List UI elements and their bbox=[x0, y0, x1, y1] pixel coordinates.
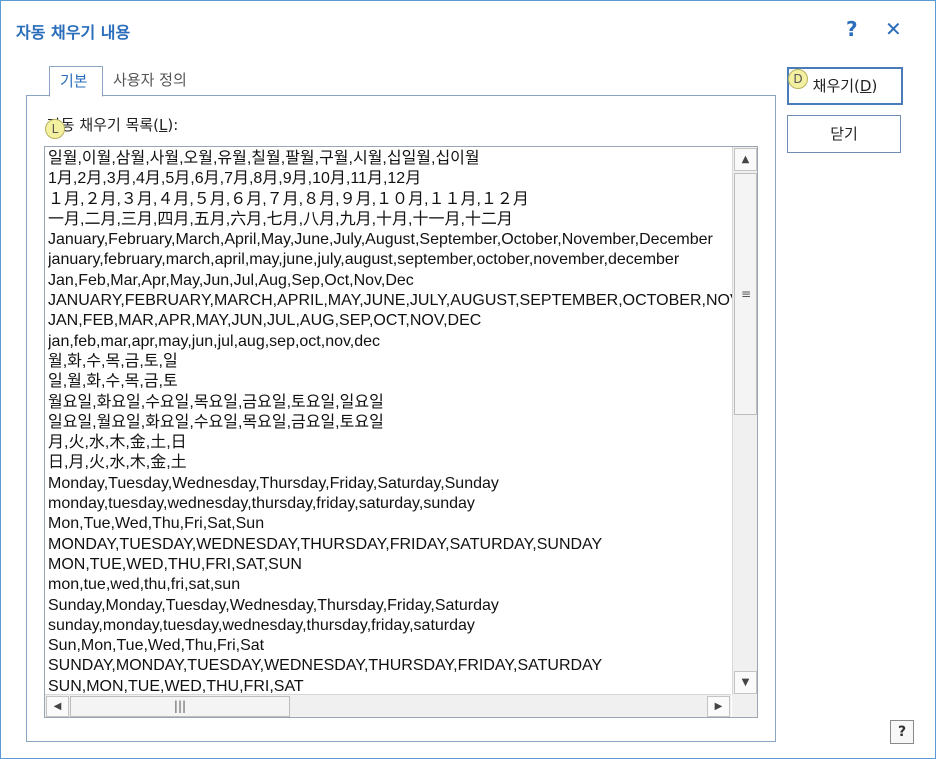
list-item[interactable]: １月,２月,３月,４月,５月,６月,７月,８月,９月,１０月,１１月,１２月 bbox=[48, 190, 732, 210]
vertical-scroll-thumb[interactable]: ≡ bbox=[734, 173, 757, 415]
help-button[interactable]: ? bbox=[890, 720, 914, 744]
list-item[interactable]: 一月,二月,三月,四月,五月,六月,七月,八月,九月,十月,十一月,十二月 bbox=[48, 210, 732, 230]
autofill-list-label: 자동 채우기 목록(L): bbox=[47, 114, 178, 135]
fill-button-access-key: D bbox=[859, 77, 872, 95]
title-bar[interactable]: 자동 채우기 내용 ? ✕ bbox=[1, 1, 935, 59]
tab-basic[interactable]: 기본 bbox=[49, 66, 103, 97]
close-icon[interactable]: ✕ bbox=[885, 17, 902, 41]
list-item[interactable]: sunday,monday,tuesday,wednesday,thursday… bbox=[48, 616, 732, 636]
autofill-listbox[interactable]: 일월,이월,삼월,사월,오월,유월,칠월,팔월,구월,시월,십일월,십이월 1月,… bbox=[44, 146, 758, 718]
autofill-dialog: 자동 채우기 내용 ? ✕ 기본 사용자 정의 자동 채우기 목록(L): L … bbox=[0, 0, 936, 759]
close-button[interactable]: 닫기 bbox=[787, 115, 901, 153]
list-item[interactable]: Jan,Feb,Mar,Apr,May,Jun,Jul,Aug,Sep,Oct,… bbox=[48, 271, 732, 291]
list-item[interactable]: monday,tuesday,wednesday,thursday,friday… bbox=[48, 494, 732, 514]
fill-button-prefix: 채우기( bbox=[812, 77, 860, 95]
list-item[interactable]: 日,月,火,水,木,金,土 bbox=[48, 453, 732, 473]
list-item[interactable]: Monday,Tuesday,Wednesday,Thursday,Friday… bbox=[48, 474, 732, 494]
tab-custom[interactable]: 사용자 정의 bbox=[103, 66, 197, 95]
horizontal-scrollbar[interactable]: ◀ ||| ▶ bbox=[45, 694, 731, 717]
list-item[interactable]: 일,월,화,수,목,금,토 bbox=[48, 372, 732, 392]
keytip-badge-l: L bbox=[45, 119, 65, 139]
list-label-suffix: ): bbox=[167, 116, 179, 134]
scrollbar-corner bbox=[732, 695, 757, 717]
list-item[interactable]: 일요일,월요일,화요일,수요일,목요일,금요일,토요일 bbox=[48, 413, 732, 433]
list-item[interactable]: January,February,March,April,May,June,Ju… bbox=[48, 230, 732, 250]
list-item[interactable]: mon,tue,wed,thu,fri,sat,sun bbox=[48, 575, 732, 595]
help-icon[interactable]: ? bbox=[846, 17, 858, 41]
list-item[interactable]: Sunday,Monday,Tuesday,Wednesday,Thursday… bbox=[48, 596, 732, 616]
scroll-up-arrow-icon[interactable]: ▲ bbox=[734, 148, 757, 171]
list-item[interactable]: Mon,Tue,Wed,Thu,Fri,Sat,Sun bbox=[48, 514, 732, 534]
list-item[interactable]: january,february,march,april,may,june,ju… bbox=[48, 250, 732, 270]
scroll-grip-icon: ≡ bbox=[741, 287, 752, 301]
list-item[interactable]: 월,화,수,목,금,토,일 bbox=[48, 352, 732, 372]
list-item[interactable]: MON,TUE,WED,THU,FRI,SAT,SUN bbox=[48, 555, 732, 575]
horizontal-scroll-thumb[interactable]: ||| bbox=[70, 696, 290, 717]
scroll-down-arrow-icon[interactable]: ▼ bbox=[734, 671, 757, 694]
list-item[interactable]: MONDAY,TUESDAY,WEDNESDAY,THURSDAY,FRIDAY… bbox=[48, 535, 732, 555]
autofill-list-items: 일월,이월,삼월,사월,오월,유월,칠월,팔월,구월,시월,십일월,십이월 1月,… bbox=[48, 149, 732, 695]
list-item[interactable]: 일월,이월,삼월,사월,오월,유월,칠월,팔월,구월,시월,십일월,십이월 bbox=[48, 149, 732, 169]
dialog-title: 자동 채우기 내용 bbox=[16, 23, 131, 42]
list-item[interactable]: 월요일,화요일,수요일,목요일,금요일,토요일,일요일 bbox=[48, 393, 732, 413]
scroll-left-arrow-icon[interactable]: ◀ bbox=[46, 696, 69, 717]
scroll-right-arrow-icon[interactable]: ▶ bbox=[707, 696, 730, 717]
list-item[interactable]: SUN,MON,TUE,WED,THU,FRI,SAT bbox=[48, 677, 732, 695]
list-item[interactable]: 1月,2月,3月,4月,5月,6月,7月,8月,9月,10月,11月,12月 bbox=[48, 169, 732, 189]
vertical-scrollbar[interactable]: ▲ ≡ ▼ bbox=[732, 147, 757, 695]
fill-button-suffix: ) bbox=[871, 77, 878, 95]
list-item[interactable]: JANUARY,FEBRUARY,MARCH,APRIL,MAY,JUNE,JU… bbox=[48, 291, 732, 311]
list-item[interactable]: jan,feb,mar,apr,may,jun,jul,aug,sep,oct,… bbox=[48, 332, 732, 352]
list-item[interactable]: SUNDAY,MONDAY,TUESDAY,WEDNESDAY,THURSDAY… bbox=[48, 656, 732, 676]
keytip-badge-d: D bbox=[788, 69, 808, 89]
list-item[interactable]: Sun,Mon,Tue,Wed,Thu,Fri,Sat bbox=[48, 636, 732, 656]
list-item[interactable]: JAN,FEB,MAR,APR,MAY,JUN,JUL,AUG,SEP,OCT,… bbox=[48, 311, 732, 331]
list-item[interactable]: 月,火,水,木,金,土,日 bbox=[48, 433, 732, 453]
